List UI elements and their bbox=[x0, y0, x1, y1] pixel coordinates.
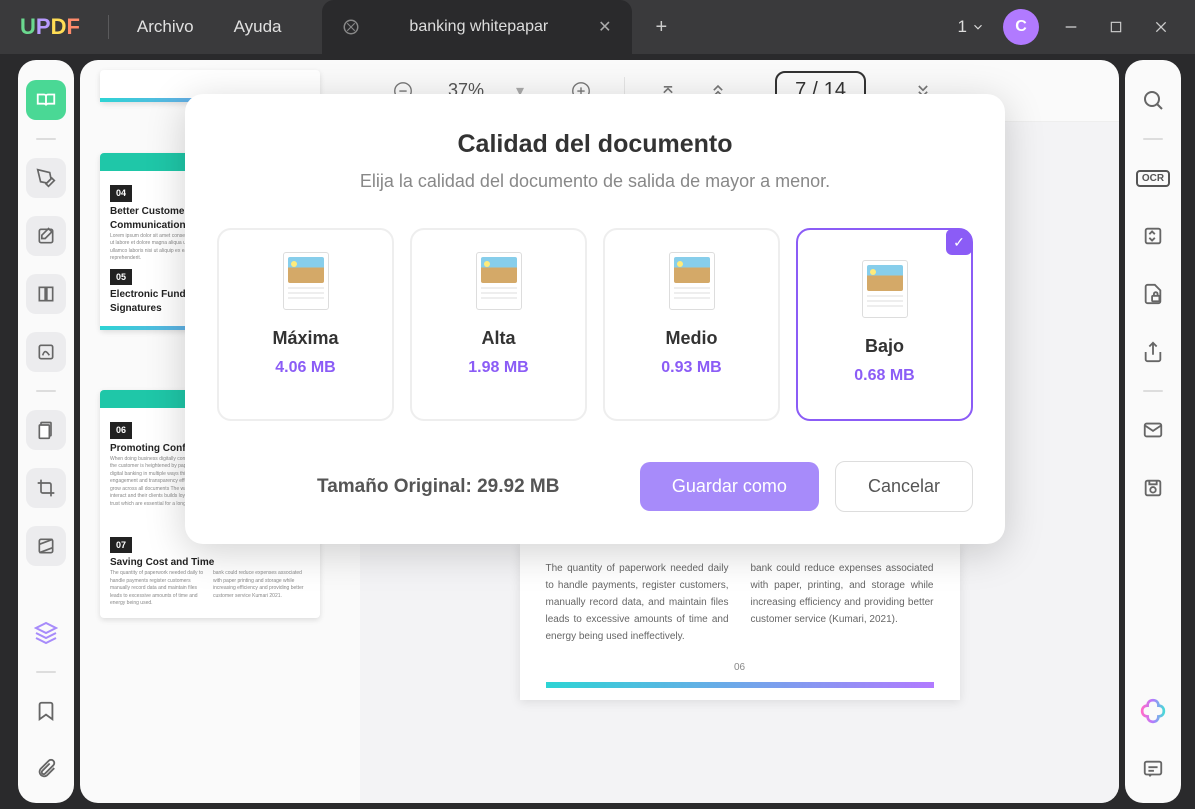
layers-button[interactable] bbox=[26, 613, 66, 653]
separator bbox=[36, 671, 56, 673]
window-count[interactable]: 1 bbox=[958, 17, 985, 37]
document-tab[interactable]: banking whitepapar ✕ bbox=[322, 0, 632, 54]
app-logo: UPDF bbox=[0, 14, 100, 40]
right-toolbar: OCR bbox=[1125, 60, 1181, 803]
close-tab-icon[interactable]: ✕ bbox=[598, 17, 611, 37]
redact-tool[interactable] bbox=[26, 526, 66, 566]
quality-options: Máxima 4.06 MB Alta 1.98 MB Medio 0.93 M… bbox=[217, 228, 973, 421]
separator bbox=[1143, 138, 1163, 140]
doc-page-number: 06 bbox=[546, 659, 934, 676]
menu-file[interactable]: Archivo bbox=[117, 17, 214, 37]
maximize-button[interactable] bbox=[1103, 20, 1129, 34]
titlebar: UPDF Archivo Ayuda banking whitepapar ✕ … bbox=[0, 0, 1195, 54]
separator bbox=[1143, 390, 1163, 392]
separator bbox=[36, 138, 56, 140]
check-icon: ✓ bbox=[946, 229, 972, 255]
cancel-button[interactable]: Cancelar bbox=[835, 461, 973, 512]
doc-text-right: bank could reduce expenses associated wi… bbox=[751, 560, 934, 645]
close-window-button[interactable] bbox=[1147, 19, 1175, 35]
save-as-button[interactable]: Guardar como bbox=[640, 462, 819, 511]
chat-button[interactable] bbox=[1133, 749, 1173, 789]
protect-button[interactable] bbox=[1133, 274, 1173, 314]
save-button[interactable] bbox=[1133, 468, 1173, 508]
comment-tool[interactable] bbox=[26, 158, 66, 198]
page-gradient bbox=[546, 682, 934, 688]
fill-sign-tool[interactable] bbox=[26, 332, 66, 372]
quality-modal: Calidad del documento Elija la calidad d… bbox=[185, 94, 1005, 544]
search-button[interactable] bbox=[1133, 80, 1173, 120]
modal-subtitle: Elija la calidad del documento de salida… bbox=[217, 171, 973, 192]
organize-tool[interactable] bbox=[26, 274, 66, 314]
attachment-button[interactable] bbox=[26, 749, 66, 789]
share-button[interactable] bbox=[1133, 332, 1173, 372]
edit-tool[interactable] bbox=[26, 216, 66, 256]
email-button[interactable] bbox=[1133, 410, 1173, 450]
reader-tool[interactable] bbox=[26, 80, 66, 120]
tab-title: banking whitepapar bbox=[374, 18, 585, 36]
menu-help[interactable]: Ayuda bbox=[214, 17, 302, 37]
modal-footer: Tamaño Original: 29.92 MB Guardar como C… bbox=[217, 461, 973, 512]
ocr-button[interactable]: OCR bbox=[1133, 158, 1173, 198]
convert-button[interactable] bbox=[1133, 216, 1173, 256]
page-tool[interactable] bbox=[26, 410, 66, 450]
quality-option-medio[interactable]: Medio 0.93 MB bbox=[603, 228, 780, 421]
minimize-button[interactable] bbox=[1057, 19, 1085, 35]
separator bbox=[36, 390, 56, 392]
document-page: The quantity of paperwork needed daily t… bbox=[520, 542, 960, 700]
ai-assistant-button[interactable] bbox=[1133, 691, 1173, 731]
quality-option-maxima[interactable]: Máxima 4.06 MB bbox=[217, 228, 394, 421]
original-size-label: Tamaño Original: 29.92 MB bbox=[217, 476, 624, 498]
modal-title: Calidad del documento bbox=[217, 130, 973, 159]
user-avatar[interactable]: C bbox=[1003, 9, 1039, 45]
divider bbox=[108, 15, 109, 39]
new-tab-button[interactable]: + bbox=[632, 16, 692, 39]
quality-option-bajo[interactable]: ✓ Bajo 0.68 MB bbox=[796, 228, 973, 421]
quality-option-alta[interactable]: Alta 1.98 MB bbox=[410, 228, 587, 421]
bookmark-button[interactable] bbox=[26, 691, 66, 731]
left-toolbar bbox=[18, 60, 74, 803]
doc-text-left: The quantity of paperwork needed daily t… bbox=[546, 560, 729, 645]
file-icon bbox=[342, 18, 360, 36]
crop-tool[interactable] bbox=[26, 468, 66, 508]
